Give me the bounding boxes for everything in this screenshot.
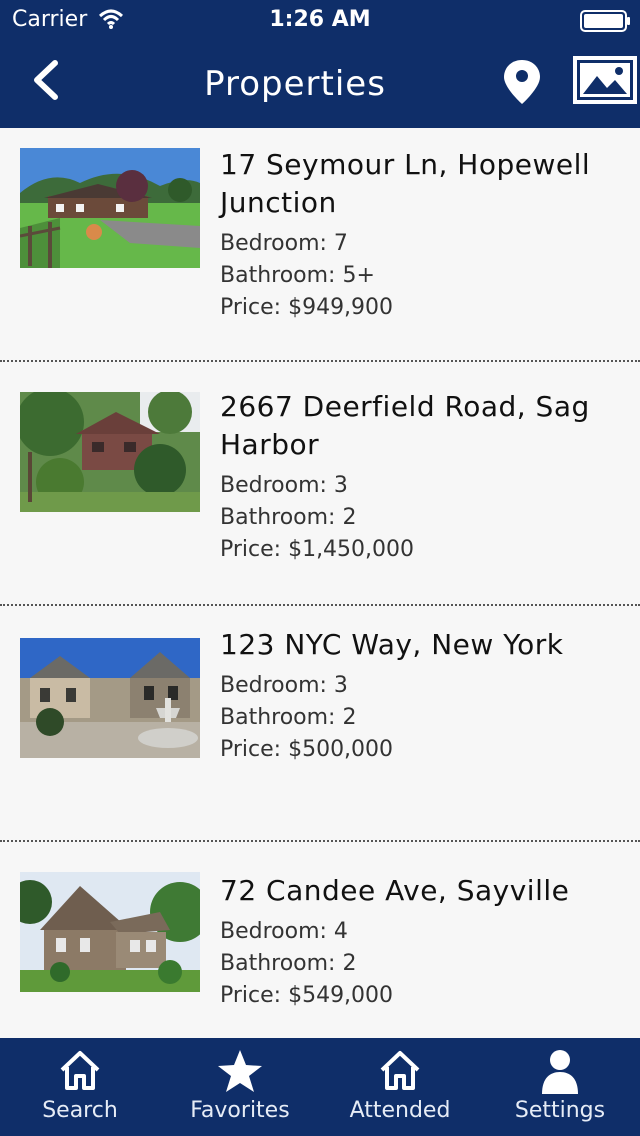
back-button[interactable] (18, 52, 74, 112)
property-price: Price: $949,900 (220, 295, 394, 320)
tab-settings[interactable]: Settings (480, 1038, 640, 1136)
property-address[interactable]: 2667 Deerfield Road, Sag Harbor (220, 388, 620, 464)
map-button[interactable] (494, 56, 550, 112)
tab-attended[interactable]: Attended (320, 1038, 480, 1136)
property-list[interactable]: 17 Seymour Ln, Hopewell Junction Bedroom… (0, 128, 640, 1038)
home-icon (0, 1048, 160, 1092)
list-item[interactable]: 123 NYC Way, New York Bedroom: 3 Bathroo… (0, 606, 640, 842)
list-item[interactable]: 2667 Deerfield Road, Sag Harbor Bedroom:… (0, 362, 640, 606)
map-pin-icon (502, 58, 542, 110)
property-price: Price: $549,000 (220, 983, 394, 1008)
list-item[interactable]: 17 Seymour Ln, Hopewell Junction Bedroom… (0, 128, 640, 362)
bedroom-count: Bedroom: 4 (220, 919, 348, 944)
property-photo[interactable] (20, 638, 200, 758)
property-price: Price: $1,450,000 (220, 537, 415, 562)
property-info: 123 NYC Way, New York Bedroom: 3 Bathroo… (220, 626, 620, 766)
bathroom-count: Bathroom: 5+ (220, 263, 375, 288)
battery-icon (580, 10, 632, 36)
star-icon (160, 1048, 320, 1094)
property-address[interactable]: 72 Candee Ave, Sayville (220, 872, 620, 910)
property-address[interactable]: 123 NYC Way, New York (220, 626, 620, 664)
gallery-button[interactable] (572, 56, 638, 108)
property-photo[interactable] (20, 392, 200, 512)
property-photo[interactable] (20, 872, 200, 992)
status-time: 1:26 AM (269, 7, 371, 32)
person-icon (480, 1048, 640, 1094)
tab-favorites[interactable]: Favorites (160, 1038, 320, 1136)
tab-label: Search (42, 1098, 118, 1123)
bedroom-count: Bedroom: 3 (220, 673, 348, 698)
tab-search[interactable]: Search (0, 1038, 160, 1136)
bathroom-count: Bathroom: 2 (220, 951, 357, 976)
property-price: Price: $500,000 (220, 737, 394, 762)
bedroom-count: Bedroom: 3 (220, 473, 348, 498)
tab-label: Settings (514, 1098, 606, 1123)
property-address[interactable]: 17 Seymour Ln, Hopewell Junction (220, 146, 620, 222)
property-info: 17 Seymour Ln, Hopewell Junction Bedroom… (220, 146, 620, 324)
page-title: Properties (204, 64, 386, 104)
header: Carrier 1:26 AM Properties (0, 0, 640, 128)
property-photo[interactable] (20, 148, 200, 268)
property-info: 72 Candee Ave, Sayville Bedroom: 4 Bathr… (220, 872, 620, 1012)
tab-label: Attended (349, 1098, 451, 1123)
photo-icon (573, 56, 637, 108)
list-item[interactable]: 72 Candee Ave, Sayville Bedroom: 4 Bathr… (0, 842, 640, 1038)
home-outline-icon (320, 1048, 480, 1092)
tab-bar: Search Favorites Attended Settings (0, 1038, 640, 1136)
bathroom-count: Bathroom: 2 (220, 505, 357, 530)
tab-label: Favorites (190, 1098, 290, 1123)
chevron-left-icon (31, 60, 61, 104)
bedroom-count: Bedroom: 7 (220, 231, 348, 256)
property-info: 2667 Deerfield Road, Sag Harbor Bedroom:… (220, 388, 620, 566)
bathroom-count: Bathroom: 2 (220, 705, 357, 730)
